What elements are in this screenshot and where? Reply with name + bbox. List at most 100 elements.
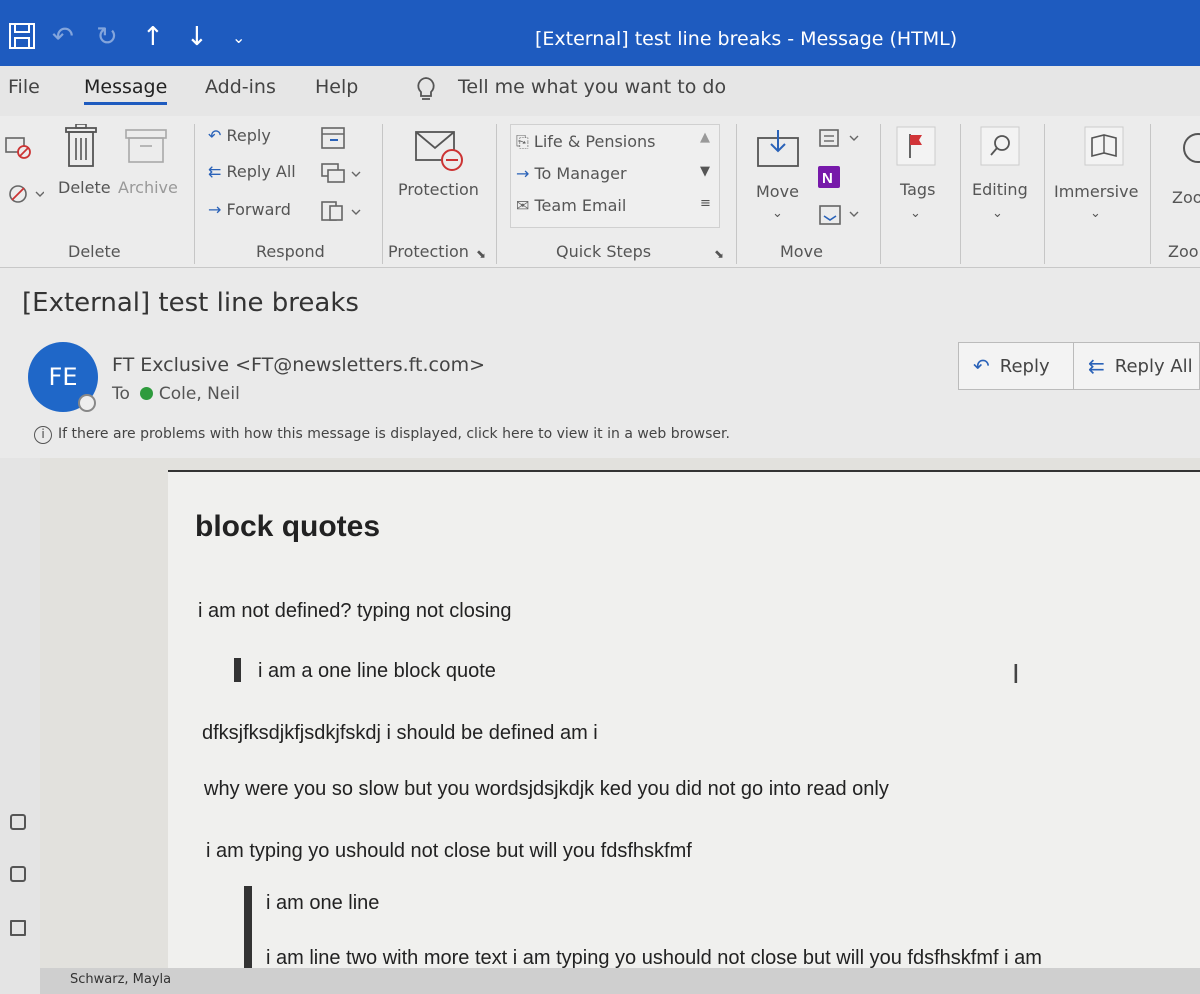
reply-all-button[interactable]: ⇇ Reply All: [1073, 342, 1200, 390]
forward-label: Forward: [226, 200, 291, 219]
immersive-reader-icon[interactable]: [1084, 126, 1124, 170]
chevron-down-icon[interactable]: ⌄: [772, 206, 783, 221]
delete-group-label: Delete: [68, 242, 121, 261]
body-paragraph: i am typing yo ushould not close but wil…: [206, 840, 692, 862]
menu-bar: File Message Add-ins Help Tell me what y…: [0, 66, 1200, 116]
flag-icon[interactable]: [896, 126, 936, 170]
avatar-initials: FE: [48, 363, 78, 391]
recipient-name[interactable]: Cole, Neil: [159, 384, 240, 404]
protection-group-label: Protection: [388, 242, 469, 261]
menu-message[interactable]: Message: [84, 76, 168, 105]
tell-me-search[interactable]: Tell me what you want to do: [458, 76, 726, 98]
forward-ribbon-button[interactable]: → Forward: [208, 200, 291, 219]
dialog-launcher-icon[interactable]: ⬊: [476, 247, 486, 261]
editing-button[interactable]: Editing: [972, 180, 1028, 199]
move-to-folder-icon: ⎘: [516, 132, 529, 151]
quick-step-item[interactable]: ✉ Team Email: [516, 196, 626, 215]
ribbon-divider: [194, 124, 195, 264]
left-navigation-strip: [0, 458, 40, 994]
ribbon: Delete Archive Delete ↶ Reply ⇇ Reply Al…: [0, 116, 1200, 268]
quick-step-item[interactable]: → To Manager: [516, 164, 627, 183]
quick-step-item[interactable]: ⎘ Life & Pensions: [516, 132, 656, 152]
sender-address[interactable]: FT Exclusive <FT@newsletters.ft.com>: [112, 354, 485, 376]
menu-file[interactable]: File: [8, 76, 40, 98]
save-icon[interactable]: [8, 22, 36, 57]
blockquote-bar: [234, 658, 241, 682]
expand-gallery-icon[interactable]: ≡: [700, 196, 711, 211]
undo-icon[interactable]: ↶: [52, 22, 74, 52]
info-icon: i: [34, 426, 52, 444]
reply-ribbon-button[interactable]: ↶ Reply: [208, 126, 271, 145]
window-title: [External] test line breaks - Message (H…: [535, 28, 958, 50]
ignore-icon[interactable]: [4, 134, 32, 164]
delete-icon[interactable]: [64, 123, 98, 172]
chevron-down-icon[interactable]: ⌄: [1090, 206, 1101, 221]
actions-icon[interactable]: [818, 202, 862, 232]
envelope-icon: ✉: [516, 196, 530, 215]
zoom-button[interactable]: Zoo: [1172, 188, 1200, 207]
delete-button[interactable]: Delete: [58, 178, 111, 197]
menu-help[interactable]: Help: [315, 76, 358, 98]
scroll-up-icon[interactable]: ▲: [700, 130, 710, 145]
arrow-right-icon: →: [516, 164, 530, 183]
recipient-line: To Cole, Neil: [112, 384, 240, 404]
reply-all-label: Reply All: [1114, 355, 1193, 377]
rules-icon[interactable]: [818, 126, 862, 156]
protection-button[interactable]: Protection: [398, 180, 479, 199]
protection-icon[interactable]: [414, 128, 464, 178]
archive-icon: [124, 128, 168, 168]
archive-button[interactable]: Archive: [118, 178, 178, 197]
ribbon-divider: [1044, 124, 1045, 264]
chevron-down-icon[interactable]: ⌄: [910, 206, 921, 221]
meeting-icon[interactable]: [320, 124, 346, 154]
reply-all-ribbon-button[interactable]: ⇇ Reply All: [208, 162, 296, 181]
menu-addins[interactable]: Add-ins: [205, 76, 276, 98]
junk-icon[interactable]: [6, 182, 45, 212]
body-paragraph: i am not defined? typing not closing: [198, 600, 512, 622]
ribbon-divider: [1150, 124, 1151, 264]
move-icon[interactable]: [756, 130, 804, 174]
customize-toolbar-icon[interactable]: ⌄: [232, 28, 245, 47]
immersive-button[interactable]: Immersive: [1054, 182, 1138, 201]
body-paragraph: dfksjfksdjkfjsdkjfskdj i should be defin…: [202, 722, 598, 744]
zoom-icon[interactable]: [1176, 130, 1200, 170]
presence-available-icon: [139, 387, 153, 400]
ribbon-divider: [960, 124, 961, 264]
im-icon[interactable]: [320, 160, 362, 190]
blockquote-text: i am a one line block quote: [258, 660, 496, 682]
move-button[interactable]: Move: [756, 182, 799, 201]
reply-all-icon: ⇇: [1088, 354, 1105, 378]
redo-icon[interactable]: ↻: [96, 22, 118, 52]
move-group-label: Move: [780, 242, 823, 261]
reply-label: Reply: [226, 126, 271, 145]
reply-all-icon: ⇇: [208, 162, 222, 181]
to-label: To: [112, 384, 130, 404]
ribbon-divider: [382, 124, 383, 264]
quick-step-label: To Manager: [534, 164, 627, 183]
chevron-down-icon[interactable]: ⌄: [992, 206, 1003, 221]
envelope-lock-icon: [10, 920, 26, 936]
lock-icon: [10, 866, 26, 882]
ribbon-divider: [496, 124, 497, 264]
previous-item-icon[interactable]: ↑: [142, 22, 164, 52]
tags-button[interactable]: Tags: [900, 180, 935, 199]
presence-indicator: [78, 394, 96, 412]
info-bar[interactable]: i If there are problems with how this mes…: [34, 426, 730, 444]
scroll-down-icon[interactable]: ▼: [700, 164, 710, 179]
dialog-launcher-icon[interactable]: ⬊: [714, 247, 724, 261]
next-item-icon[interactable]: ↓: [186, 22, 208, 52]
message-subject: [External] test line breaks: [22, 288, 359, 318]
lock-icon: [10, 814, 26, 830]
search-icon[interactable]: [980, 126, 1020, 170]
reply-button[interactable]: ↶ Reply: [958, 342, 1074, 390]
text-cursor-icon: I: [1012, 660, 1020, 690]
more-respond-icon[interactable]: [320, 198, 362, 228]
quick-step-label: Life & Pensions: [533, 132, 656, 151]
reply-icon: ↶: [973, 354, 990, 378]
onenote-icon[interactable]: N: [816, 164, 842, 194]
reply-icon: ↶: [208, 126, 222, 145]
forward-icon: →: [208, 200, 222, 219]
body-heading: block quotes: [195, 510, 381, 543]
quick-step-label: Team Email: [534, 196, 627, 215]
zoom-group-label: Zoo: [1168, 242, 1199, 261]
